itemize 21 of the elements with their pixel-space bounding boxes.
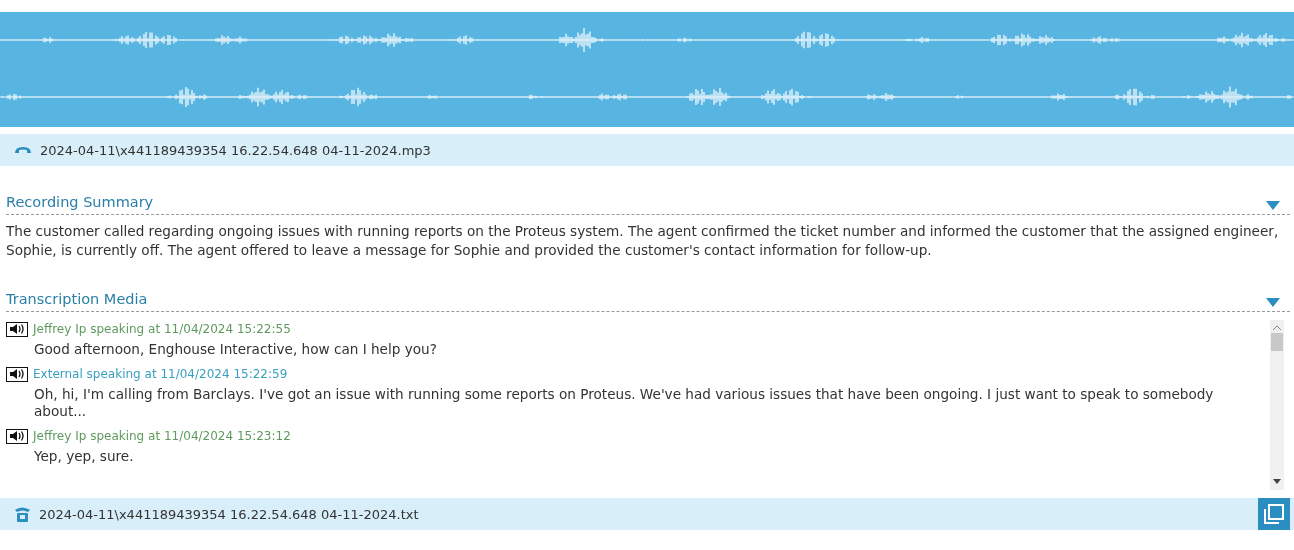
utterance-text: Oh, hi, I'm calling from Barclays. I've got an issue with running some reports on Proteus. We've had various issues that have been ongoing. I just want to speak to somebody about... — [34, 386, 1215, 420]
scrollbar[interactable] — [1270, 320, 1284, 490]
scroll-up-icon[interactable] — [1273, 325, 1281, 331]
utterance-text: Yep, yep, sure. — [34, 448, 135, 465]
file-name: 2024-04-11\x441189439354 16.22.54.648 04-11-2024.mp3 — [40, 142, 431, 158]
section-title: Recording Summary — [6, 194, 154, 210]
summary-paragraph: The customer called regarding ongoing issues with running reports on the Proteus system. The agent confirmed the ticket number and informed the customer that the assigned engineer, Sophie, is currently off. The agent offered to leave a message for Sophie and provided the customer's contact information for follow-up. — [6, 222, 1280, 260]
speaker-label: Jeffrey Ip speaking at 11/04/2024 15:23:12 — [33, 429, 291, 443]
scroll-down-icon[interactable] — [1273, 479, 1281, 484]
speaker-play-button[interactable] — [6, 428, 28, 444]
speaker-label: Jeffrey Ip speaking at 11/04/2024 15:22:55 — [33, 322, 291, 336]
utterance-text: Good afternoon, Enghouse Interactive, how can I help you? — [34, 341, 438, 358]
speaker-label: External speaking at 11/04/2024 15:22:59 — [33, 367, 288, 381]
scrollbar-thumb[interactable] — [1271, 333, 1283, 351]
phone-handset-icon — [14, 146, 32, 154]
speaker-play-button[interactable] — [6, 321, 28, 337]
expand-button[interactable] — [1258, 498, 1290, 530]
speaker-play-button[interactable] — [6, 366, 28, 382]
telephone-icon — [14, 505, 31, 523]
section-title: Transcription Media — [6, 291, 148, 307]
file-name: 2024-04-11\x441189439354 16.22.54.648 04-11-2024.txt — [39, 506, 419, 522]
